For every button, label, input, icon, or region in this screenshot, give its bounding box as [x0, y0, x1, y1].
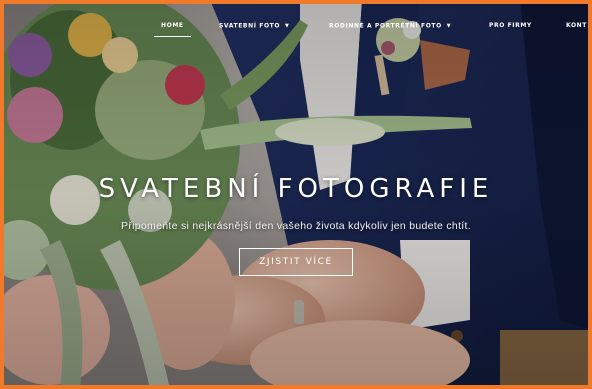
nav-svatebni-foto-label: SVATEBNÍ FOTO [219, 22, 281, 30]
hero-subtitle: Připomeňte si nejkrásnější den vašeho ži… [121, 220, 471, 232]
caret-down-icon: ▼ [285, 23, 290, 29]
learn-more-button[interactable]: ZJISTIT VÍCE [239, 248, 353, 276]
main-nav: HOME SVATEBNÍ FOTO ▼ RODINNÉ A PORTRÉTNÍ … [0, 20, 592, 37]
nav-item-pro-firmy[interactable]: PRO FIRMY [489, 20, 532, 32]
nav-item-home[interactable]: HOME [154, 20, 191, 37]
frame-border-bottom [0, 385, 592, 389]
frame-border-right [588, 0, 592, 389]
hero-title: SVATEBNÍ FOTOGRAFIE [98, 174, 494, 204]
nav-home-label: HOME [161, 22, 184, 29]
nav-item-kontakt[interactable]: KONT [566, 20, 587, 32]
frame-border-top [0, 0, 592, 4]
nav-kontakt-label: KONT [566, 22, 587, 29]
nav-item-rodinne-foto[interactable]: RODINNÉ A PORTRÉTNÍ FOTO ▼ [329, 20, 451, 33]
frame-border-left [0, 0, 4, 389]
page: HOME SVATEBNÍ FOTO ▼ RODINNÉ A PORTRÉTNÍ … [0, 0, 592, 389]
caret-down-icon: ▼ [446, 23, 452, 29]
nav-item-svatebni-foto[interactable]: SVATEBNÍ FOTO ▼ [219, 20, 290, 33]
nav-rodinne-foto-label: RODINNÉ A PORTRÉTNÍ FOTO [329, 22, 442, 30]
nav-pro-firmy-label: PRO FIRMY [489, 22, 532, 29]
